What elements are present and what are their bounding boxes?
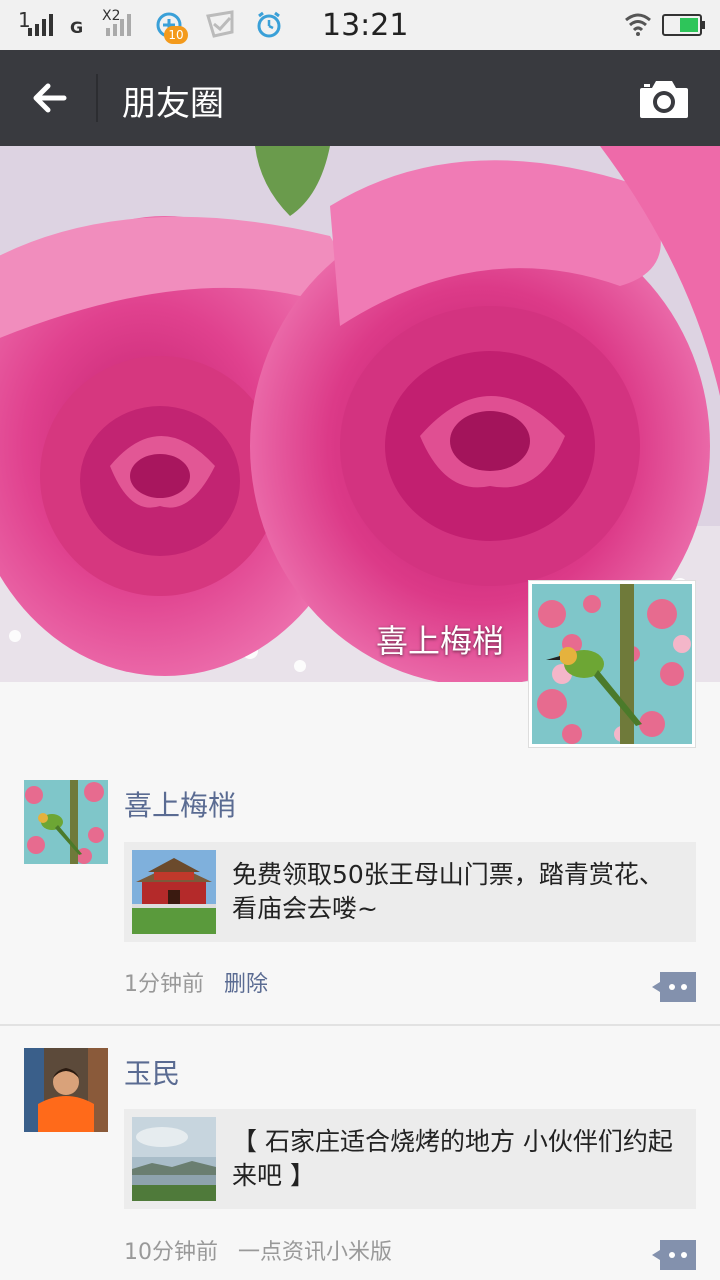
clock: 13:21: [322, 8, 409, 43]
delete-button[interactable]: 删除: [224, 972, 268, 997]
comment-menu-icon[interactable]: [652, 1240, 696, 1270]
title-bar: 朋友圈: [0, 50, 720, 146]
status-bar: 1 G X2 10 13:21: [0, 0, 720, 50]
page-title: 朋友圈: [122, 84, 224, 124]
battery-icon: [662, 14, 705, 36]
cell-bars-2-icon: [106, 14, 131, 36]
bird-on-branch-image: [532, 584, 692, 744]
network-type-icon: G: [70, 18, 84, 37]
cover-user-name: 喜上梅梢: [376, 622, 505, 660]
title-divider: [96, 74, 98, 122]
comment-menu-icon[interactable]: [652, 972, 696, 1002]
post-meta: 10分钟前 一点资讯小米版: [124, 1234, 392, 1266]
shared-link-title: 【 石家庄适合烧烤的地方 小伙伴们约起来吧 】: [232, 1127, 673, 1190]
post-time: 10分钟前: [124, 1240, 218, 1265]
author-name[interactable]: 玉民: [124, 1052, 180, 1092]
wifi-icon: [625, 13, 651, 36]
author-avatar[interactable]: [24, 780, 108, 864]
temple-thumbnail: [132, 850, 216, 934]
message-shield-icon: [206, 10, 234, 38]
shared-link-card[interactable]: 免费领取50张王母山门票，踏青赏花、看庙会去喽~: [124, 842, 696, 942]
cell-bars-icon: [28, 14, 53, 36]
post-meta: 1分钟前 删除: [124, 966, 268, 998]
post-divider: [0, 1024, 720, 1026]
back-arrow-icon[interactable]: [26, 74, 74, 122]
lake-landscape-thumbnail: [132, 1117, 216, 1201]
post-time: 1分钟前: [124, 972, 204, 997]
alarm-clock-icon: [257, 11, 281, 38]
author-avatar[interactable]: [24, 1048, 108, 1132]
author-name[interactable]: 喜上梅梢: [124, 784, 236, 824]
shared-link-card[interactable]: 【 石家庄适合烧烤的地方 小伙伴们约起来吧 】: [124, 1109, 696, 1209]
shared-link-title: 免费领取50张王母山门票，踏青赏花、看庙会去喽~: [232, 860, 664, 923]
camera-icon[interactable]: [638, 78, 690, 120]
post-source[interactable]: 一点资讯小米版: [238, 1240, 392, 1265]
profile-avatar[interactable]: [528, 580, 696, 748]
notification-badge: 10: [164, 26, 188, 44]
